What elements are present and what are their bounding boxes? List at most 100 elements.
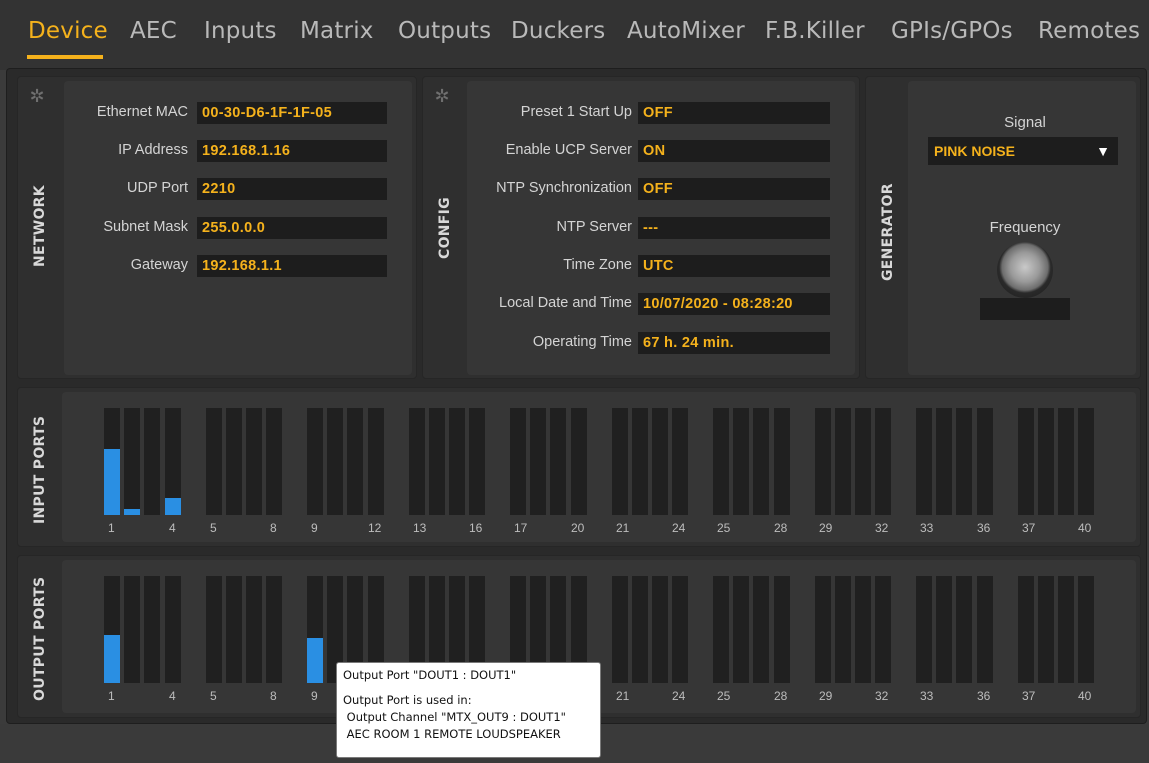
tab-gpis-gpos[interactable]: GPIs/GPOs — [891, 18, 1013, 44]
output-ports-meter-28[interactable] — [774, 576, 790, 683]
tab-aec[interactable]: AEC — [130, 18, 177, 44]
output-ports-meter-6[interactable] — [226, 576, 242, 683]
frequency-value-box[interactable] — [980, 298, 1070, 320]
ntp-server-field[interactable]: --- — [638, 217, 830, 239]
gear-icon[interactable]: ✲ — [28, 87, 46, 105]
frequency-knob[interactable] — [997, 242, 1053, 298]
output-ports-meter-36[interactable] — [977, 576, 993, 683]
ethernet-mac-value: 00-30-D6-1F-1F-05 — [197, 102, 387, 124]
output-ports-meter-3[interactable] — [144, 576, 160, 683]
preset-startup-field[interactable]: OFF — [638, 102, 830, 124]
output-ports-meter-2[interactable] — [124, 576, 140, 683]
active-tab-indicator — [27, 55, 103, 59]
input-ports-meter-20[interactable] — [571, 408, 587, 515]
output-ports-meter-21[interactable] — [612, 576, 628, 683]
input-ports-meter-10[interactable] — [327, 408, 343, 515]
input-ports-meter-17[interactable] — [510, 408, 526, 515]
output-ports-meter-7[interactable] — [246, 576, 262, 683]
output-ports-meter-38[interactable] — [1038, 576, 1054, 683]
tab-fbkiller[interactable]: F.B.Killer — [765, 18, 865, 44]
output-ports-meter-22[interactable] — [632, 576, 648, 683]
input-ports-meter-2[interactable] — [124, 408, 140, 515]
subnet-mask-field[interactable]: 255.0.0.0 — [197, 217, 387, 239]
input-ports-meter-19[interactable] — [550, 408, 566, 515]
output-ports-meter-23[interactable] — [652, 576, 668, 683]
frequency-label: Frequency — [989, 219, 1061, 236]
output-ports-meter-27[interactable] — [753, 576, 769, 683]
input-ports-meter-18[interactable] — [530, 408, 546, 515]
input-ports-meter-26[interactable] — [733, 408, 749, 515]
tab-automixer[interactable]: AutoMixer — [627, 18, 745, 44]
tooltip-line-3: Output Channel "MTX_OUT9 : DOUT1" — [343, 710, 566, 724]
output-ports-meter-34[interactable] — [936, 576, 952, 683]
input-ports-meter-12[interactable] — [368, 408, 384, 515]
input-ports-meter-27[interactable] — [753, 408, 769, 515]
output-ports-meter-5[interactable] — [206, 576, 222, 683]
output-ports-meter-4[interactable] — [165, 576, 181, 683]
port-number-label: 17 — [514, 521, 528, 535]
input-ports-meter-40[interactable] — [1078, 408, 1094, 515]
output-ports-meter-32[interactable] — [875, 576, 891, 683]
time-zone-field[interactable]: UTC — [638, 255, 830, 277]
output-ports-meter-31[interactable] — [855, 576, 871, 683]
input-ports-meter-37[interactable] — [1018, 408, 1034, 515]
tab-matrix[interactable]: Matrix — [300, 18, 374, 44]
udp-port-field[interactable]: 2210 — [197, 178, 387, 200]
output-ports-meter-8[interactable] — [266, 576, 282, 683]
input-ports-meter-15[interactable] — [449, 408, 465, 515]
input-ports-meter-25[interactable] — [713, 408, 729, 515]
output-ports-meter-29[interactable] — [815, 576, 831, 683]
input-ports-meter-39[interactable] — [1058, 408, 1074, 515]
tab-remotes[interactable]: Remotes — [1038, 18, 1140, 44]
input-ports-meter-29[interactable] — [815, 408, 831, 515]
input-ports-meter-16[interactable] — [469, 408, 485, 515]
local-datetime-field[interactable]: 10/07/2020 - 08:28:20 — [638, 293, 830, 315]
output-ports-meter-25[interactable] — [713, 576, 729, 683]
input-ports-meter-36[interactable] — [977, 408, 993, 515]
input-ports-meter-30[interactable] — [835, 408, 851, 515]
input-ports-meter-11[interactable] — [347, 408, 363, 515]
input-ports-meter-7[interactable] — [246, 408, 262, 515]
input-ports-meter-31[interactable] — [855, 408, 871, 515]
ethernet-mac-label: Ethernet MAC — [96, 104, 188, 120]
output-ports-meter-26[interactable] — [733, 576, 749, 683]
signal-label: Signal — [1004, 114, 1046, 131]
input-ports-meter-28[interactable] — [774, 408, 790, 515]
tab-inputs[interactable]: Inputs — [204, 18, 277, 44]
input-ports-meter-23[interactable] — [652, 408, 668, 515]
input-ports-meter-6[interactable] — [226, 408, 242, 515]
input-ports-meter-8[interactable] — [266, 408, 282, 515]
input-ports-meter-3[interactable] — [144, 408, 160, 515]
output-ports-meter-35[interactable] — [956, 576, 972, 683]
gear-icon[interactable]: ✲ — [433, 87, 451, 105]
input-ports-meter-13[interactable] — [409, 408, 425, 515]
input-ports-meter-34[interactable] — [936, 408, 952, 515]
output-ports-meter-24[interactable] — [672, 576, 688, 683]
tab-device[interactable]: Device — [28, 18, 108, 44]
input-ports-meter-33[interactable] — [916, 408, 932, 515]
input-ports-meter-35[interactable] — [956, 408, 972, 515]
input-ports-meter-24[interactable] — [672, 408, 688, 515]
tab-duckers[interactable]: Duckers — [511, 18, 605, 44]
output-ports-meter-40[interactable] — [1078, 576, 1094, 683]
input-ports-meter-38[interactable] — [1038, 408, 1054, 515]
output-ports-meter-30[interactable] — [835, 576, 851, 683]
port-number-label: 21 — [616, 521, 630, 535]
output-ports-meter-33[interactable] — [916, 576, 932, 683]
input-ports-meter-9[interactable] — [307, 408, 323, 515]
ucp-server-field[interactable]: ON — [638, 140, 830, 162]
ip-address-field[interactable]: 192.168.1.16 — [197, 140, 387, 162]
input-ports-meter-32[interactable] — [875, 408, 891, 515]
output-ports-meter-39[interactable] — [1058, 576, 1074, 683]
input-ports-meter-5[interactable] — [206, 408, 222, 515]
ntp-sync-field[interactable]: OFF — [638, 178, 830, 200]
gateway-field[interactable]: 192.168.1.1 — [197, 255, 387, 277]
input-ports-meter-22[interactable] — [632, 408, 648, 515]
tab-outputs[interactable]: Outputs — [398, 18, 491, 44]
signal-select[interactable]: PINK NOISE ▼ — [928, 137, 1118, 165]
output-ports-meter-37[interactable] — [1018, 576, 1034, 683]
generator-label: GENERATOR — [880, 183, 896, 281]
top-navigation: Device AEC Inputs Matrix Outputs Duckers… — [0, 0, 1149, 70]
input-ports-meter-21[interactable] — [612, 408, 628, 515]
input-ports-meter-14[interactable] — [429, 408, 445, 515]
